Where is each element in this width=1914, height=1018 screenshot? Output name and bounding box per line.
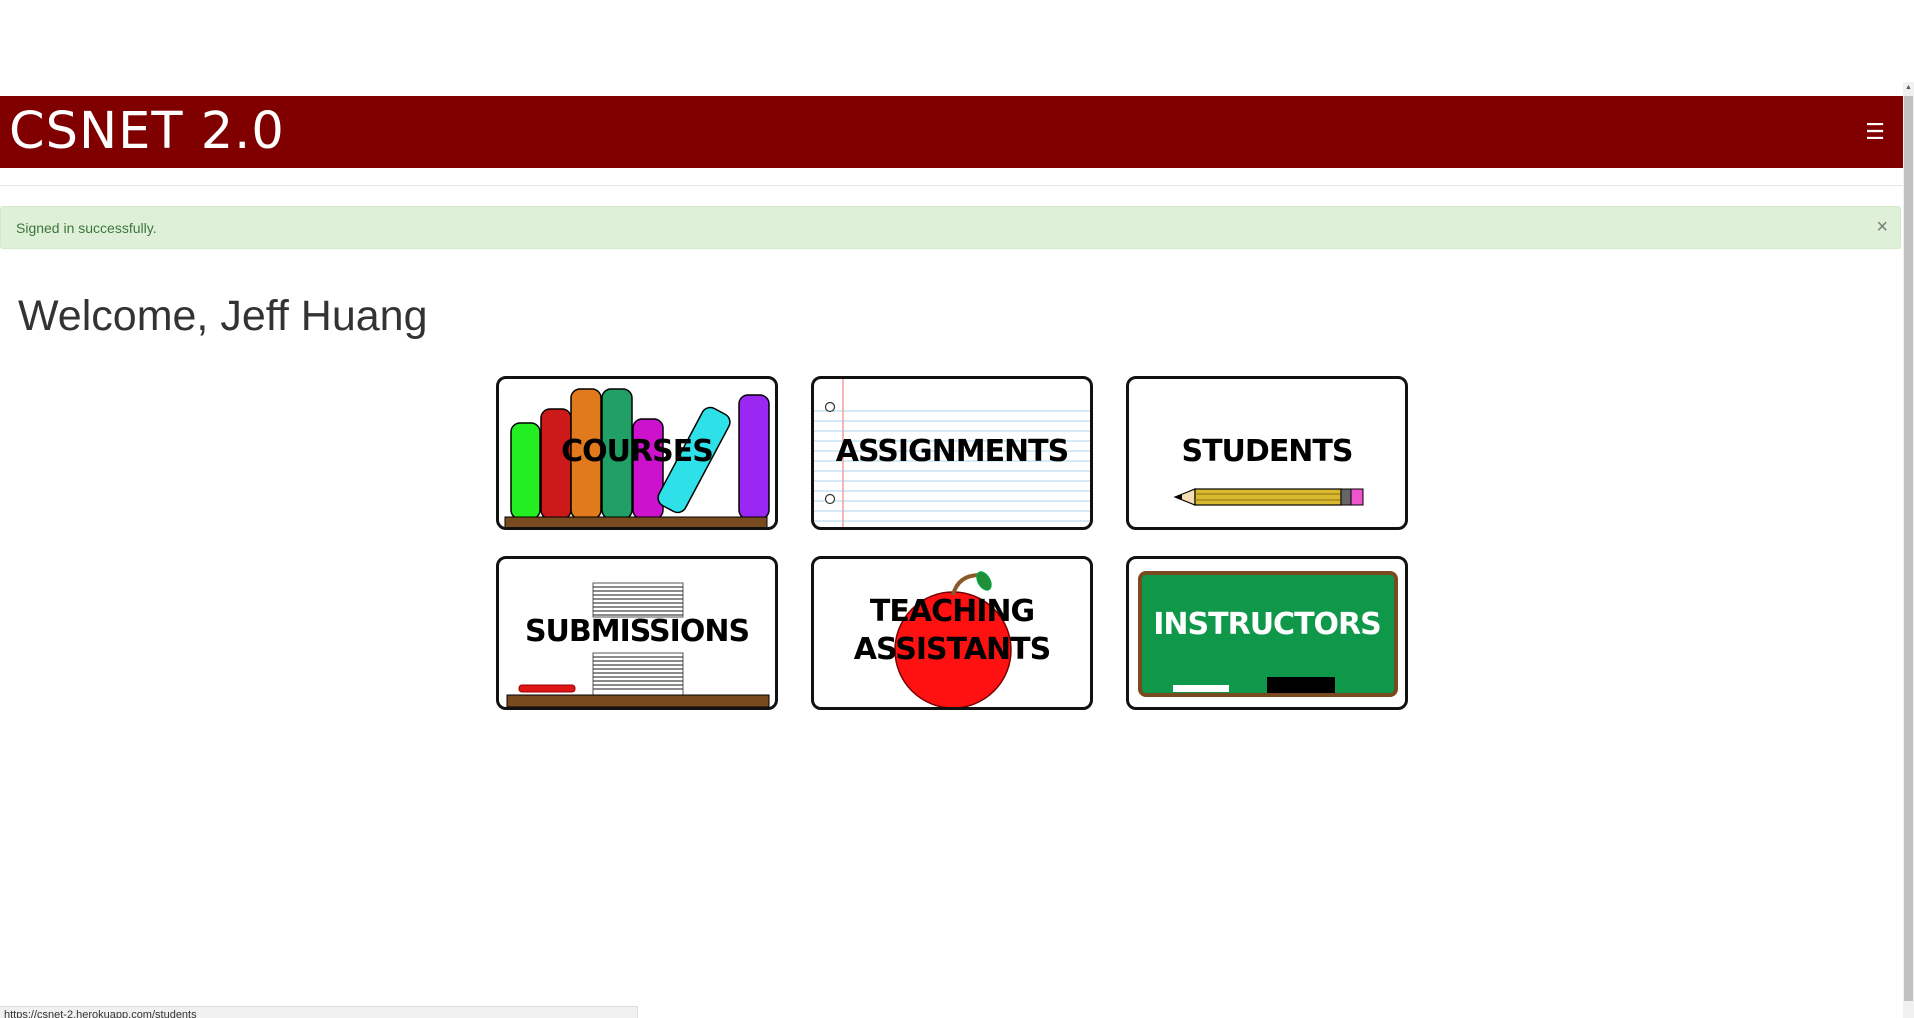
hamburger-icon[interactable]: ☰ [1861, 118, 1889, 146]
students-tile[interactable]: STUDENTS [1126, 376, 1408, 530]
tile-label: ASSIGNMENTS [835, 434, 1070, 469]
welcome-heading: Welcome, Jeff Huang [18, 292, 428, 340]
tile-label-line1: TEACHING [869, 594, 1035, 629]
brand-link[interactable]: CSNET 2.0 [9, 103, 285, 160]
instructors-tile[interactable]: INSTRUCTORS [1126, 556, 1408, 710]
tile-label-line2: ASSISTANTS [853, 632, 1051, 667]
teaching-assistants-tile[interactable]: TEACHING ASSISTANTS [811, 556, 1093, 710]
submissions-tile[interactable]: SUBMISSIONS [496, 556, 778, 710]
close-icon[interactable]: × [1876, 216, 1888, 238]
vertical-scrollbar[interactable]: ▲ [1903, 82, 1914, 1018]
scroll-thumb[interactable] [1904, 96, 1913, 1001]
assignments-tile[interactable]: ASSIGNMENTS [811, 376, 1093, 530]
tile-label: STUDENTS [1181, 434, 1353, 469]
navbar: CSNET 2.0 ☰ [0, 96, 1903, 168]
divider [0, 185, 1903, 186]
tile-label: INSTRUCTORS [1153, 607, 1382, 642]
scroll-up-icon[interactable]: ▲ [1905, 84, 1912, 91]
tile-label: COURSES [561, 434, 714, 469]
alert-message: Signed in successfully. [16, 220, 157, 236]
tile-label: SUBMISSIONS [524, 614, 750, 649]
tile-label: TEACHING ASSISTANTS [814, 593, 1090, 669]
success-alert: Signed in successfully. × [0, 206, 1901, 249]
courses-tile[interactable]: COURSES [496, 376, 778, 530]
status-bar-url: https://csnet-2.herokuapp.com/students [0, 1006, 638, 1018]
